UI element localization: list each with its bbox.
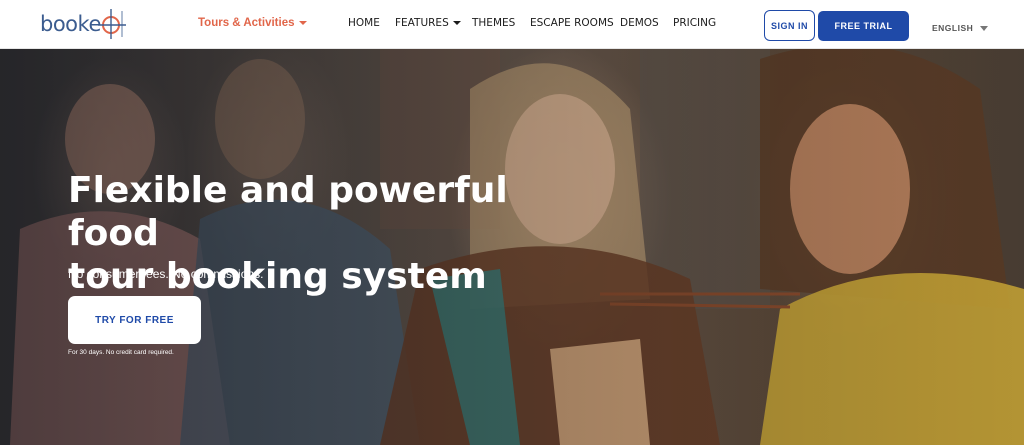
hero-subtitle: No consumer fees. No commissions.: [68, 267, 264, 281]
caret-down-icon: [980, 25, 989, 31]
nav-demos[interactable]: DEMOS: [620, 17, 659, 29]
caret-down-icon: [298, 21, 307, 25]
nav-pricing[interactable]: PRICING: [673, 17, 716, 29]
try-for-free-button[interactable]: TRY FOR FREE: [68, 296, 201, 344]
hero-section: Flexible and powerful food tour booking …: [0, 49, 1024, 445]
nav-home[interactable]: HOME: [348, 17, 380, 29]
hero-note: For 30 days. No credit card required.: [68, 349, 174, 356]
language-selector[interactable]: ENGLISH: [932, 23, 989, 33]
tours-activities-label: Tours & Activities: [198, 17, 295, 29]
tours-activities-menu[interactable]: Tours & Activities: [198, 17, 307, 29]
nav-home-label: HOME: [348, 17, 380, 29]
nav-themes[interactable]: THEMES: [472, 17, 515, 29]
caret-down-icon: [452, 21, 461, 25]
nav-escape-rooms[interactable]: ESCAPE ROOMS: [530, 17, 614, 29]
bookeo-logo[interactable]: booke: [40, 8, 130, 40]
logo-text: booke: [40, 12, 101, 36]
nav-pricing-label: PRICING: [673, 17, 717, 29]
nav-features[interactable]: FEATURES: [395, 17, 461, 29]
nav-features-label: FEATURES: [395, 17, 449, 29]
nav-demos-label: DEMOS: [620, 17, 659, 29]
crosshair-target-icon: [98, 9, 126, 39]
hero-title-line1: Flexible and powerful food: [68, 170, 508, 254]
sign-in-button[interactable]: SIGN IN: [764, 10, 815, 41]
nav-escape-rooms-label: ESCAPE ROOMS: [530, 17, 614, 29]
nav-themes-label: THEMES: [472, 17, 516, 29]
language-label: ENGLISH: [932, 23, 974, 33]
site-header: booke Tours & Activities HOME FEATURES T…: [0, 0, 1024, 49]
free-trial-button[interactable]: FREE TRIAL: [818, 11, 909, 41]
